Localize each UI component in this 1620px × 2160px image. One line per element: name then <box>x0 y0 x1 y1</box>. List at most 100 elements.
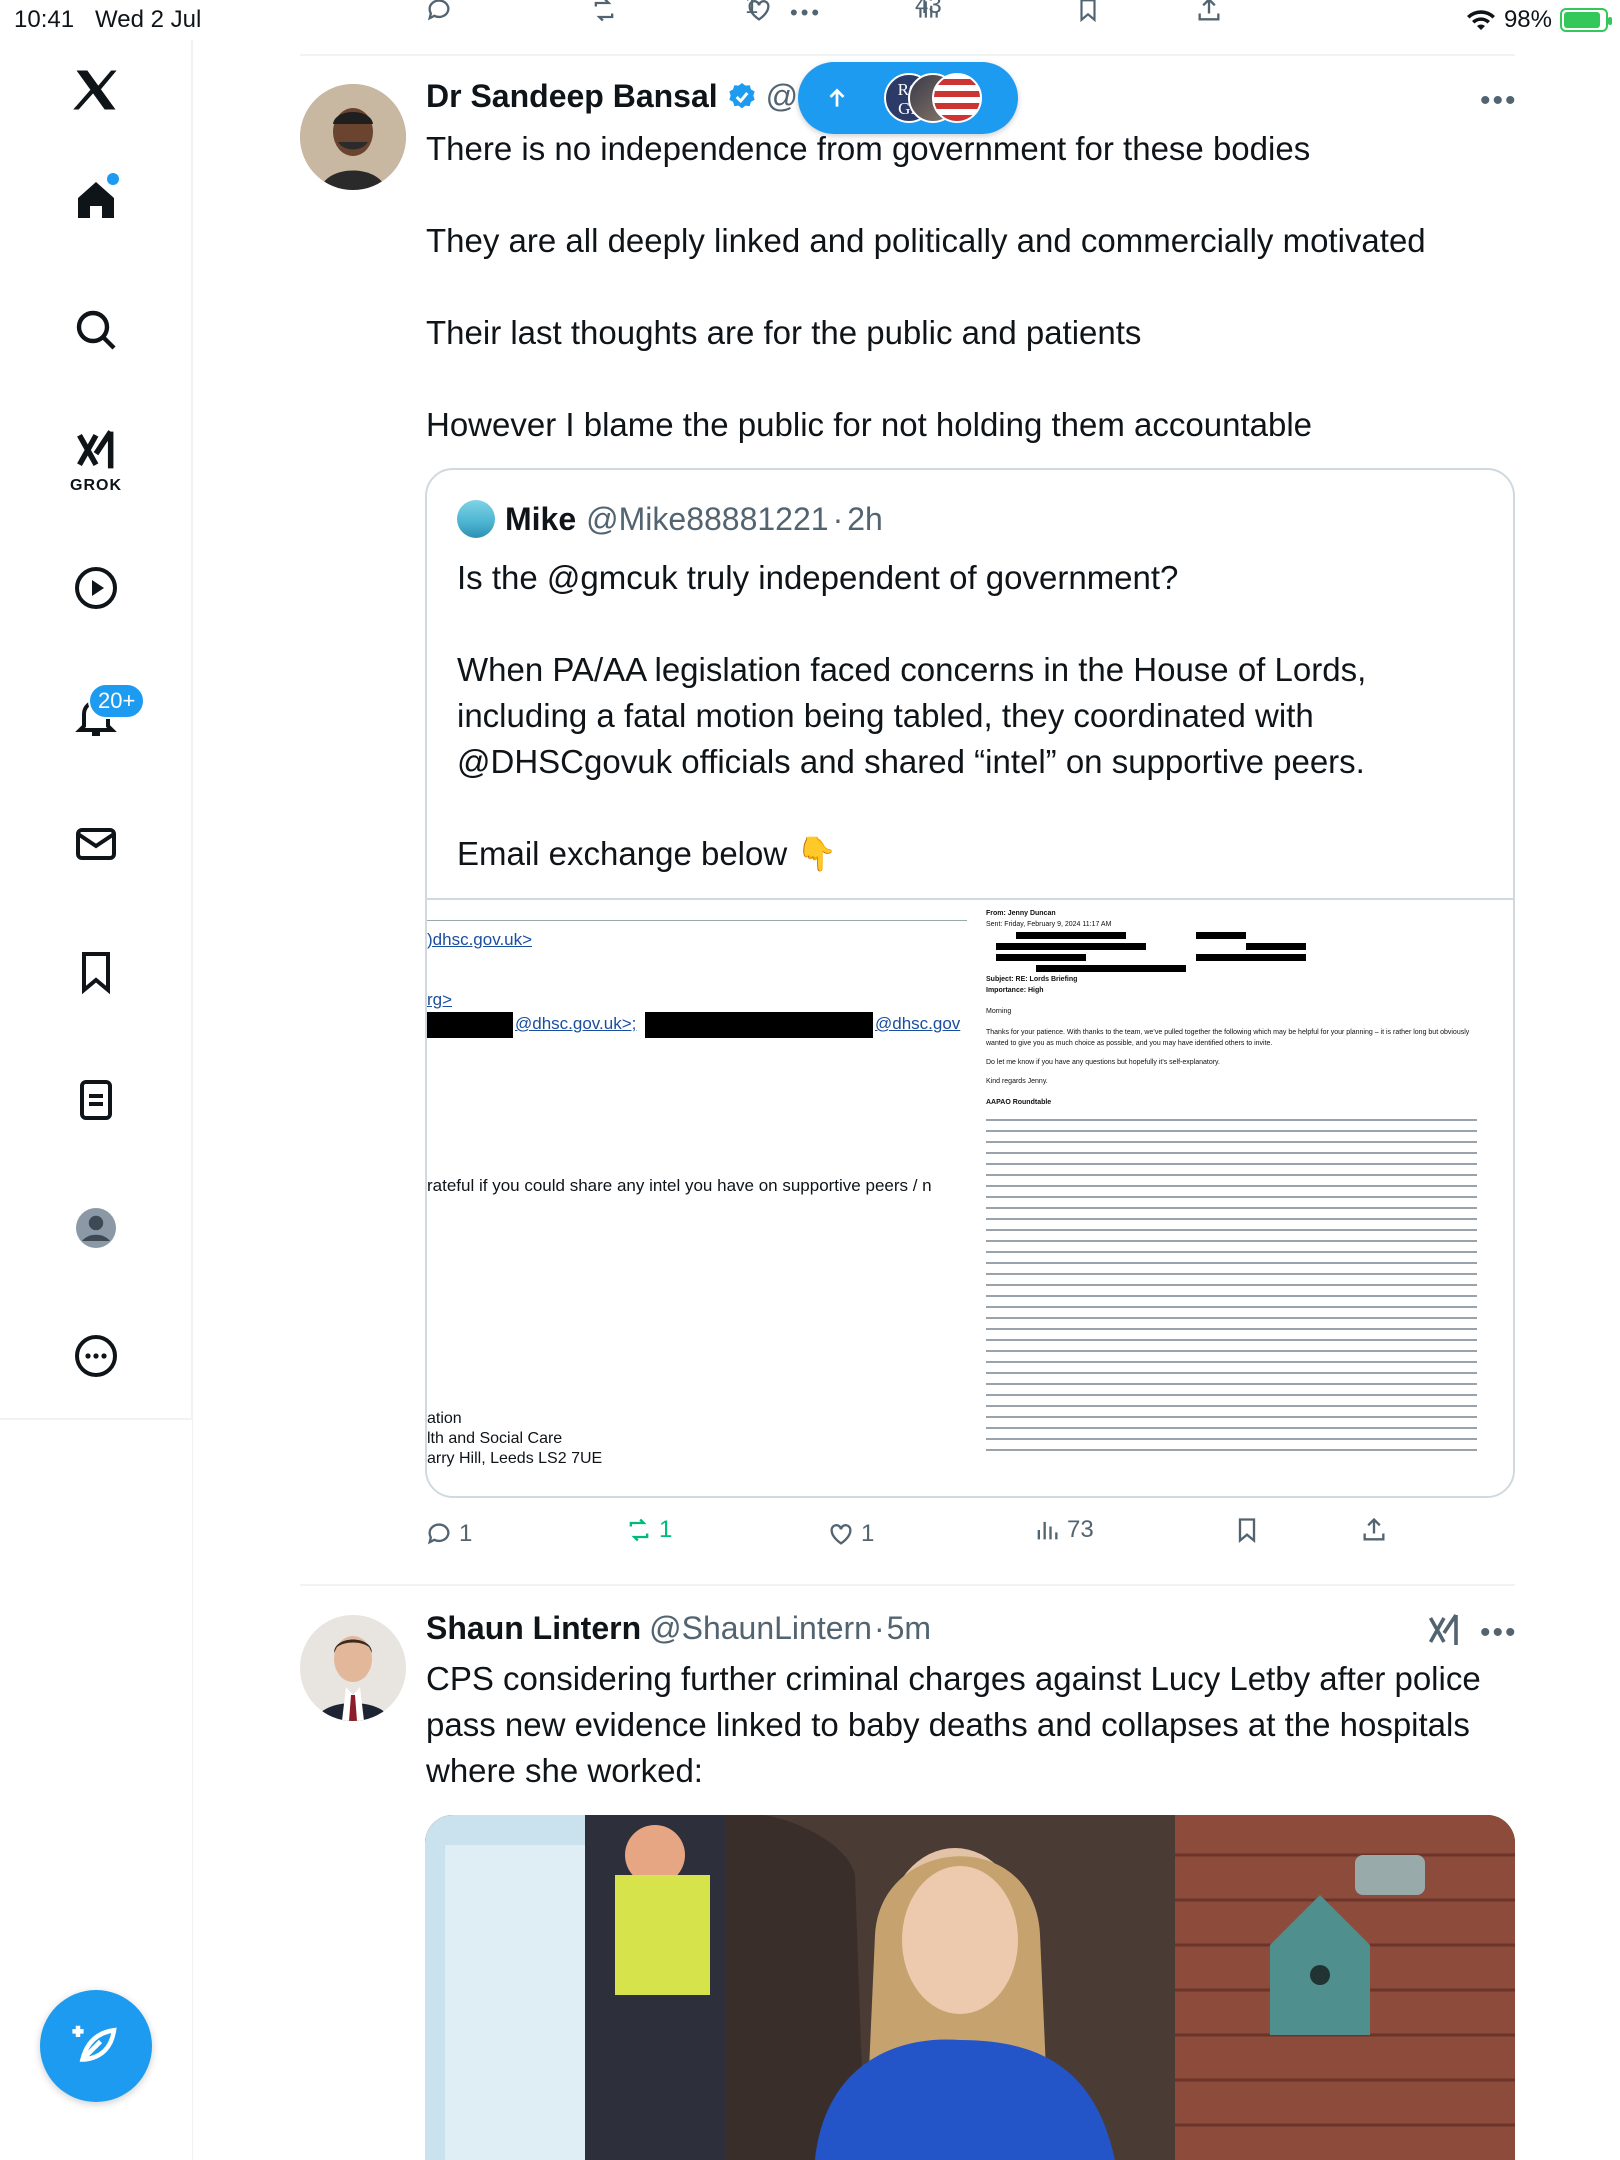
more-dots-icon[interactable]: ••• <box>790 0 822 26</box>
author-name[interactable]: Shaun Lintern <box>426 1610 641 1647</box>
like-count: 1 <box>861 1520 875 1547</box>
divider <box>300 1584 1515 1586</box>
divider <box>300 54 1515 56</box>
email-body: Thanks for your patience. With thanks to… <box>986 1029 1470 1047</box>
avatar <box>932 73 982 123</box>
quote-media: )dhsc.gov.uk> rg> @dhsc.gov.uk>; @dhsc.g… <box>427 898 1513 1496</box>
share-icon[interactable] <box>1195 0 1223 31</box>
more-options-icon[interactable] <box>56 1316 136 1396</box>
quote-author-handle[interactable]: @Mike88881221 <box>586 501 828 538</box>
quote-time: 2h <box>847 500 883 537</box>
email-line: arry Hill, Leeds LS2 7UE <box>427 1450 603 1467</box>
quote-paragraph: Email exchange below 👇 <box>457 835 838 872</box>
email-recipients <box>986 930 1477 974</box>
avatar[interactable] <box>300 1615 406 1721</box>
home-unread-dot <box>107 173 119 185</box>
views-button[interactable]: 43 <box>915 0 942 22</box>
reply-icon[interactable] <box>425 0 453 31</box>
separator-dot: · <box>873 1610 885 1646</box>
views-count: 73 <box>1067 1516 1094 1543</box>
tweet-actions: 1 1 1 73 <box>425 1516 1425 1560</box>
grok-icon[interactable] <box>1426 1612 1462 1653</box>
email-importance: Importance: High <box>986 987 1044 994</box>
tweet-paragraph: There is no independence from government… <box>426 130 1311 167</box>
separator-dot: · <box>832 500 844 537</box>
tweet-text: CPS considering further criminal charges… <box>426 1660 1481 1789</box>
tweet-photo[interactable] <box>425 1815 1515 2160</box>
battery-percent: 98% <box>1503 6 1552 33</box>
email-line: )dhsc.gov.uk> <box>427 930 533 949</box>
bookmark-icon <box>1238 1518 1256 1543</box>
reply-icon <box>427 1523 450 1545</box>
tweet-paragraph: Their last thoughts are for the public a… <box>426 314 1142 351</box>
email-greeting: Morning <box>986 1008 1012 1015</box>
notifications-badge: 20+ <box>88 683 146 719</box>
arrow-up-icon <box>829 88 845 107</box>
email-subject: Subject: RE: Lords Briefing <box>986 976 1078 983</box>
compose-button[interactable] <box>40 1990 152 2102</box>
grok-label: GROK <box>70 477 122 494</box>
bookmark-button[interactable] <box>1233 1516 1261 1544</box>
new-posts-pill[interactable]: RC GP <box>798 62 1018 134</box>
avatar[interactable] <box>457 500 495 538</box>
email-sent: Sent: Friday, February 9, 2024 11:17 AM <box>986 921 1112 928</box>
repost-icon <box>629 1518 649 1542</box>
reply-count: 1 <box>459 1520 473 1547</box>
share-button[interactable] <box>1360 1516 1388 1544</box>
avatar[interactable] <box>300 84 406 190</box>
bookmark-icon[interactable] <box>1075 0 1101 31</box>
messages-icon[interactable] <box>56 804 136 884</box>
search-icon[interactable] <box>56 290 136 370</box>
compose-feather-icon <box>72 2025 117 2062</box>
redaction-bar <box>427 1012 513 1038</box>
sidebar-border <box>192 40 193 2160</box>
like-count: 1 <box>745 0 759 19</box>
views-count: 43 <box>915 0 942 19</box>
lists-icon[interactable] <box>56 1060 136 1140</box>
email-body: Do let me know if you have any questions… <box>986 1059 1220 1066</box>
author-handle[interactable]: @ShaunLintern <box>649 1610 872 1647</box>
profile-icon[interactable] <box>56 1188 136 1268</box>
x-logo-icon[interactable] <box>56 50 136 130</box>
email-screenshot-right[interactable]: From: Jenny Duncan Sent: Friday, Februar… <box>972 900 1513 1496</box>
more-options-icon[interactable]: ••• <box>1480 1616 1518 1650</box>
grok-icon[interactable] <box>56 415 136 485</box>
quote-text: Is the @gmcuk truly independent of gover… <box>457 555 1497 877</box>
email-heading: AAPAO Roundtable <box>986 1099 1052 1106</box>
email-from: From: Jenny Duncan <box>986 910 1056 917</box>
repost-icon[interactable] <box>590 0 618 31</box>
author-name[interactable]: Dr Sandeep Bansal <box>426 78 718 115</box>
email-line: @dhsc.gov.uk>; <box>515 1014 637 1033</box>
repost-count: 1 <box>659 1516 673 1543</box>
pill-avatars: RC GP <box>884 73 982 123</box>
quote-author-name[interactable]: Mike <box>505 501 576 538</box>
tweet-time: 5m <box>886 1610 932 1646</box>
bookmarks-icon[interactable] <box>56 932 136 1012</box>
tweet-header: Shaun Lintern @ShaunLintern · 5m <box>426 1610 931 1647</box>
more-options-icon[interactable]: ••• <box>1480 84 1518 118</box>
quoted-tweet[interactable]: Mike @Mike88881221 · 2h Is the @gmcuk tr… <box>425 468 1515 1498</box>
heart-icon <box>830 1524 852 1545</box>
email-signoff: Kind regards Jenny. <box>986 1078 1048 1085</box>
email-screenshot-left[interactable]: )dhsc.gov.uk> rg> @dhsc.gov.uk>; @dhsc.g… <box>427 900 972 1496</box>
repost-button[interactable]: 1 <box>625 1516 672 1544</box>
email-line: @dhsc.gov <box>875 1014 961 1033</box>
email-line: rg> <box>427 990 453 1009</box>
email-line: lth and Social Care <box>427 1430 563 1447</box>
like-button[interactable]: 1 <box>827 1520 874 1548</box>
views-icon <box>1037 1521 1058 1540</box>
quote-paragraph: When PA/AA legislation faced concerns in… <box>457 651 1367 780</box>
home-icon[interactable] <box>56 160 136 240</box>
redaction-bar <box>645 1012 873 1038</box>
views-button[interactable]: 73 <box>1033 1516 1094 1544</box>
reply-button[interactable]: 1 <box>425 1520 472 1548</box>
status-date: Wed 2 Jul <box>95 6 202 33</box>
tweet-text: There is no independence from government… <box>426 126 1506 448</box>
like-button[interactable]: 1 <box>745 0 773 24</box>
email-body-lines <box>986 1116 1477 1456</box>
tweet-header: Dr Sandeep Bansal @ <box>426 78 798 115</box>
verified-badge-icon <box>728 82 755 108</box>
share-icon <box>1363 1517 1385 1541</box>
video-icon[interactable] <box>56 548 136 628</box>
author-handle[interactable]: @ <box>766 78 798 115</box>
